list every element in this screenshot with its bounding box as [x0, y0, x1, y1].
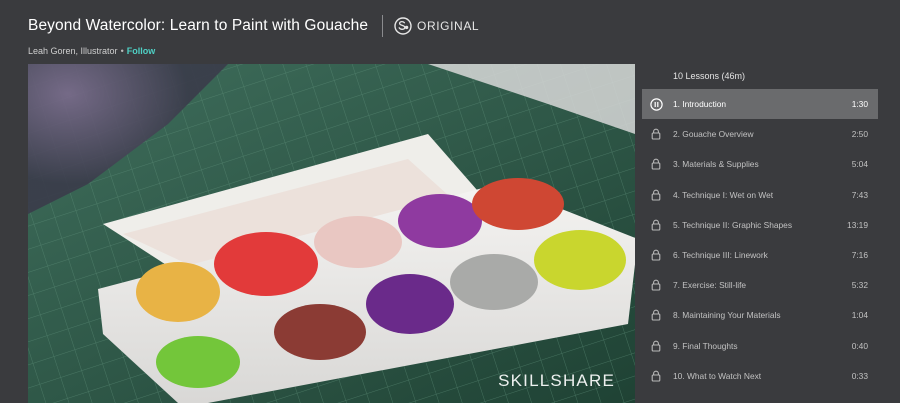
- lesson-item[interactable]: 9. Final Thoughts 0:40: [642, 331, 878, 361]
- lesson-item[interactable]: 8. Maintaining Your Materials 1:04: [642, 300, 878, 330]
- lesson-title: 6. Technique III: Linework: [673, 250, 768, 261]
- lesson-duration: 1:04: [851, 310, 868, 321]
- lesson-title: 2. Gouache Overview: [673, 129, 754, 140]
- title-divider: [382, 15, 384, 37]
- title-row: Beyond Watercolor: Learn to Paint with G…: [28, 14, 880, 38]
- lesson-duration: 5:32: [851, 280, 868, 291]
- lesson-item[interactable]: 1. Introduction 1:30: [642, 89, 878, 120]
- lesson-title: 5. Technique II: Graphic Shapes: [673, 219, 793, 230]
- skillshare-original-icon: [394, 17, 412, 35]
- lesson-item[interactable]: 7. Exercise: Still-life 5:32: [642, 270, 878, 300]
- video-player[interactable]: SKILLSHARE: [28, 64, 635, 403]
- lock-icon: [647, 340, 665, 352]
- lock-icon: [647, 189, 665, 201]
- lock-icon: [647, 158, 665, 171]
- lock-icon: [647, 249, 665, 261]
- lesson-duration: 7:16: [851, 250, 868, 261]
- teacher-meta: Leah Goren, Illustrator • Follow: [28, 46, 880, 56]
- lesson-duration: 5:04: [851, 159, 868, 170]
- course-title: Beyond Watercolor: Learn to Paint with G…: [28, 17, 369, 34]
- lesson-sidebar: 10 Lessons (46m) 1. Introduction 1:30 2. G…: [642, 64, 878, 403]
- lesson-duration: 7:43: [851, 189, 868, 200]
- skillshare-watermark: SKILLSHARE: [498, 371, 615, 390]
- lesson-item[interactable]: 6. Technique III: Linework 7:16: [642, 240, 878, 270]
- lesson-duration: 1:30: [851, 99, 868, 110]
- lesson-duration: 0:33: [851, 370, 868, 381]
- lesson-list: 1. Introduction 1:30 2. Gouache Overview 2:…: [642, 89, 878, 391]
- lock-icon: [647, 309, 665, 321]
- teacher-name[interactable]: Leah Goren, Illustrator: [28, 46, 118, 56]
- lesson-item[interactable]: 3. Materials & Supplies 5:04: [642, 149, 878, 179]
- lesson-item[interactable]: 2. Gouache Overview 2:50: [642, 119, 878, 149]
- lock-icon: [647, 279, 665, 291]
- meta-separator: •: [120, 46, 124, 56]
- original-badge: ORIGINAL: [417, 19, 480, 33]
- lesson-duration: 0:40: [851, 340, 868, 351]
- lesson-duration: 13:19: [847, 219, 868, 230]
- lock-icon: [647, 370, 665, 382]
- pause-icon[interactable]: [647, 97, 665, 111]
- lesson-title: 1. Introduction: [673, 99, 727, 110]
- lesson-item[interactable]: 4. Technique I: Wet on Wet 7:43: [642, 180, 878, 210]
- lesson-title: 10. What to Watch Next: [673, 370, 762, 381]
- lesson-title: 8. Maintaining Your Materials: [673, 310, 781, 321]
- lesson-title: 3. Materials & Supplies: [673, 159, 759, 170]
- lesson-item[interactable]: 5. Technique II: Graphic Shapes 13:19: [642, 210, 878, 240]
- lock-icon: [647, 219, 665, 231]
- lessons-count: 10 Lessons (46m): [673, 71, 746, 81]
- lesson-duration: 2:50: [851, 129, 868, 140]
- video-frame-image: [28, 64, 635, 403]
- lesson-title: 7. Exercise: Still-life: [673, 280, 747, 291]
- lesson-title: 9. Final Thoughts: [673, 340, 738, 351]
- follow-button[interactable]: Follow: [127, 46, 156, 56]
- lock-icon: [647, 128, 665, 140]
- lesson-item[interactable]: 10. What to Watch Next 0:33: [642, 361, 878, 391]
- course-header: Beyond Watercolor: Learn to Paint with G…: [28, 14, 880, 64]
- lesson-title: 4. Technique I: Wet on Wet: [673, 189, 774, 200]
